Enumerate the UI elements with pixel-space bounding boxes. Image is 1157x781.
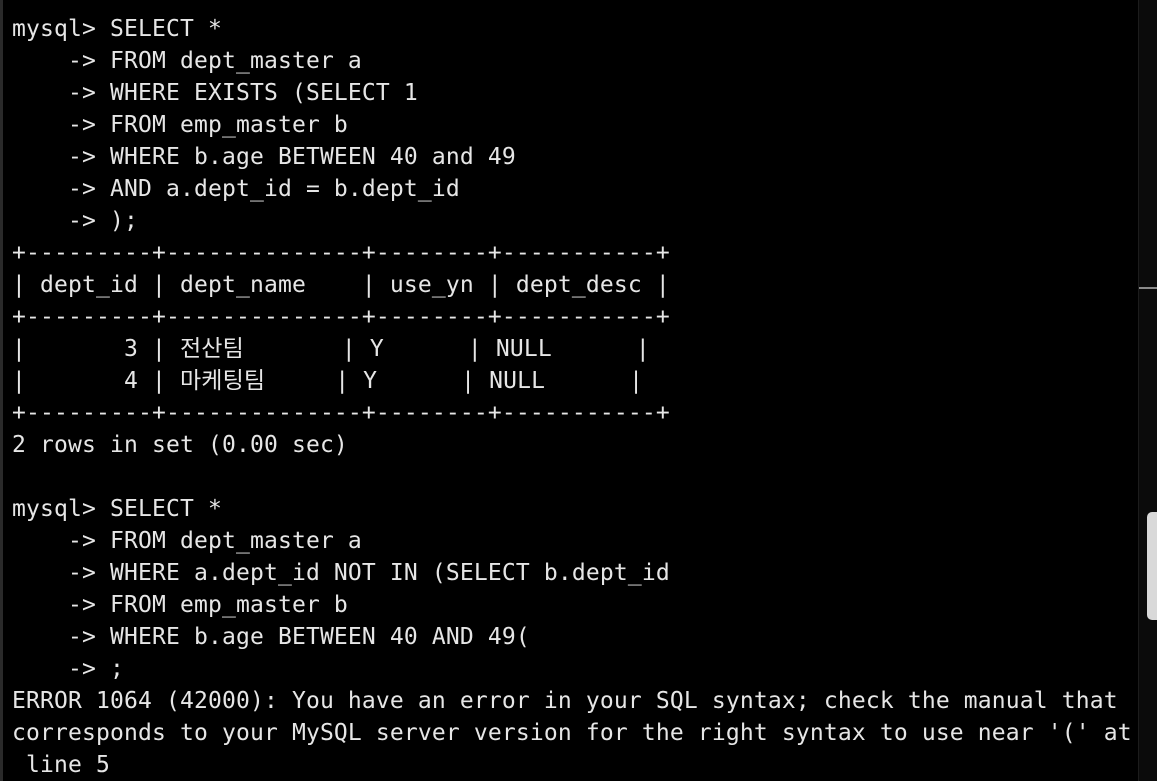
result-summary: 2 rows in set (0.00 sec)	[12, 432, 348, 458]
scrollbar-thumb[interactable]	[1147, 512, 1157, 620]
error-message: corresponds to your MySQL server version…	[12, 720, 1132, 746]
window-edge	[0, 0, 3, 781]
continuation-line: -> WHERE EXISTS (SELECT 1	[12, 80, 418, 106]
continuation-line: -> FROM emp_master b	[12, 592, 348, 618]
continuation-line: -> WHERE b.age BETWEEN 40 and 49	[12, 144, 516, 170]
continuation-line: -> AND a.dept_id = b.dept_id	[12, 176, 460, 202]
error-message: ERROR 1064 (42000): You have an error in…	[12, 688, 1118, 714]
error-message: line 5	[12, 752, 110, 778]
table-border: +---------+--------------+--------+-----…	[12, 400, 670, 426]
terminal-window[interactable]: mysql> SELECT * -> FROM dept_master a ->…	[0, 0, 1157, 781]
continuation-line: -> WHERE a.dept_id NOT IN (SELECT b.dept…	[12, 560, 670, 586]
continuation-line: -> WHERE b.age BETWEEN 40 AND 49(	[12, 624, 530, 650]
table-row: | 3 | 전산팀 | Y | NULL |	[12, 336, 650, 362]
prompt-line: mysql> SELECT *	[12, 496, 222, 522]
continuation-line: -> ;	[12, 656, 124, 682]
scroll-mark	[1139, 287, 1157, 289]
scrollbar-track[interactable]	[1138, 0, 1157, 781]
table-border: +---------+--------------+--------+-----…	[12, 304, 670, 330]
continuation-line: -> );	[12, 208, 138, 234]
continuation-line: -> FROM dept_master a	[12, 48, 362, 74]
table-header-row: | dept_id | dept_name | use_yn | dept_de…	[12, 272, 670, 298]
prompt-line: mysql> SELECT *	[12, 16, 222, 42]
continuation-line: -> FROM dept_master a	[12, 528, 362, 554]
table-border: +---------+--------------+--------+-----…	[12, 240, 670, 266]
table-row: | 4 | 마케팅팀 | Y | NULL |	[12, 368, 644, 394]
continuation-line: -> FROM emp_master b	[12, 112, 348, 138]
terminal-output: mysql> SELECT * -> FROM dept_master a ->…	[12, 13, 1137, 781]
